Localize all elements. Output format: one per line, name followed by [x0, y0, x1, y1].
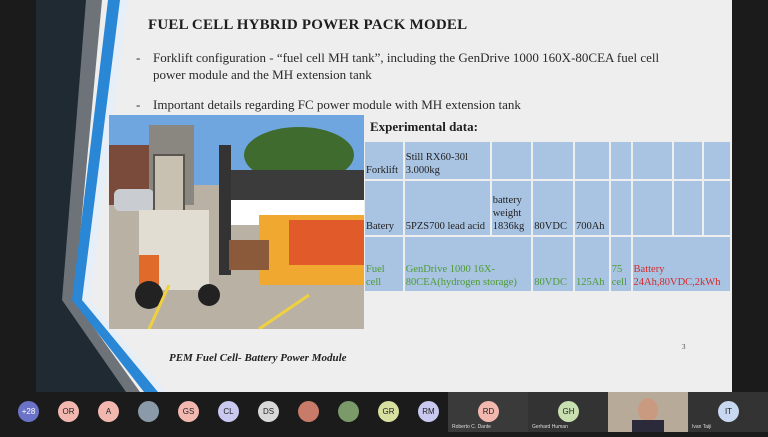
table-cell	[704, 142, 730, 179]
bullet-text: Forklift configuration - “fuel cell MH t…	[153, 50, 660, 82]
participant-photo-avatar[interactable]	[338, 401, 359, 422]
participant-avatar: RD	[478, 401, 499, 422]
table-cell	[674, 142, 703, 179]
participant-name: Gerhard Human	[532, 424, 568, 430]
participant-avatar: IT	[718, 401, 739, 422]
video-tile-camera[interactable]	[608, 392, 688, 432]
photo-caption: PEM Fuel Cell- Battery Power Module	[169, 352, 347, 364]
bullet-marker: -	[136, 97, 141, 112]
bullet-forklift-configuration: - Forklift configuration - “fuel cell MH…	[136, 49, 673, 83]
participant-name: Roberto C. Dante	[452, 424, 491, 430]
table-cell: 80VDC	[533, 237, 573, 291]
table-cell: Fuel cell	[365, 237, 403, 291]
participant-avatar[interactable]: GR	[378, 401, 399, 422]
table-cell: 125Ah	[574, 237, 609, 291]
table-cell: 700Ah	[574, 181, 609, 235]
participant-avatar[interactable]: CL	[218, 401, 239, 422]
video-tile[interactable]: IT Ivan Taiji	[688, 392, 768, 432]
table-row: Batery 5PZS700 lead acid battery weight …	[365, 181, 730, 235]
participant-name: Ivan Taiji	[692, 424, 712, 430]
table-cell	[674, 181, 703, 235]
table-cell	[704, 181, 730, 235]
forklift-photo-image	[109, 115, 364, 329]
table-cell	[610, 142, 631, 179]
table-cell: battery weight 1836kg	[491, 181, 532, 235]
table-row: Fuel cell GenDrive 1000 16X-80CEA(hydrog…	[365, 237, 730, 291]
table-cell	[533, 142, 573, 179]
table-cell: Battery 24Ah,80VDC,2kWh	[632, 237, 730, 291]
table-cell	[491, 142, 532, 179]
participant-avatar[interactable]: A	[98, 401, 119, 422]
video-tile[interactable]: RD Roberto C. Dante	[448, 392, 528, 432]
more-participants-button[interactable]: +28	[18, 401, 39, 422]
experimental-data-table: Forklift Still RX60-30l 3.000kg Batery 5…	[363, 140, 732, 293]
bullet-text: Important details regarding FC power mod…	[153, 97, 521, 112]
presentation-slide: FUEL CELL HYBRID POWER PACK MODEL - Fork…	[36, 0, 732, 392]
table-cell: Forklift	[365, 142, 403, 179]
bullet-important-details: - Important details regarding FC power m…	[136, 96, 673, 113]
table-cell	[610, 181, 631, 235]
table-cell	[574, 142, 609, 179]
table-cell: GenDrive 1000 16X-80CEA(hydrogen storage…	[404, 237, 532, 291]
table-cell: 5PZS700 lead acid	[404, 181, 490, 235]
participant-avatar[interactable]: OR	[58, 401, 79, 422]
participant-photo-avatar[interactable]	[298, 401, 319, 422]
participant-avatar[interactable]: RM	[418, 401, 439, 422]
table-cell: Still RX60-30l 3.000kg	[404, 142, 490, 179]
bullet-marker: -	[136, 50, 141, 65]
table-row: Forklift Still RX60-30l 3.000kg	[365, 142, 730, 179]
experimental-data-heading: Experimental data:	[370, 119, 478, 134]
table-cell: 75 cell	[610, 237, 631, 291]
table-cell	[632, 181, 673, 235]
table-cell	[632, 142, 673, 179]
page-number: 3	[682, 343, 686, 351]
participant-camera-feed	[608, 392, 688, 432]
forklift-photo	[109, 115, 364, 329]
participant-photo-avatar[interactable]	[138, 401, 159, 422]
participant-avatar[interactable]: GS	[178, 401, 199, 422]
video-tile[interactable]: GH Gerhard Human	[528, 392, 608, 432]
table-cell: 80VDC	[533, 181, 573, 235]
participant-avatar[interactable]: DS	[258, 401, 279, 422]
slide-title: FUEL CELL HYBRID POWER PACK MODEL	[148, 17, 468, 33]
participant-avatar: GH	[558, 401, 579, 422]
table-cell: Batery	[365, 181, 403, 235]
